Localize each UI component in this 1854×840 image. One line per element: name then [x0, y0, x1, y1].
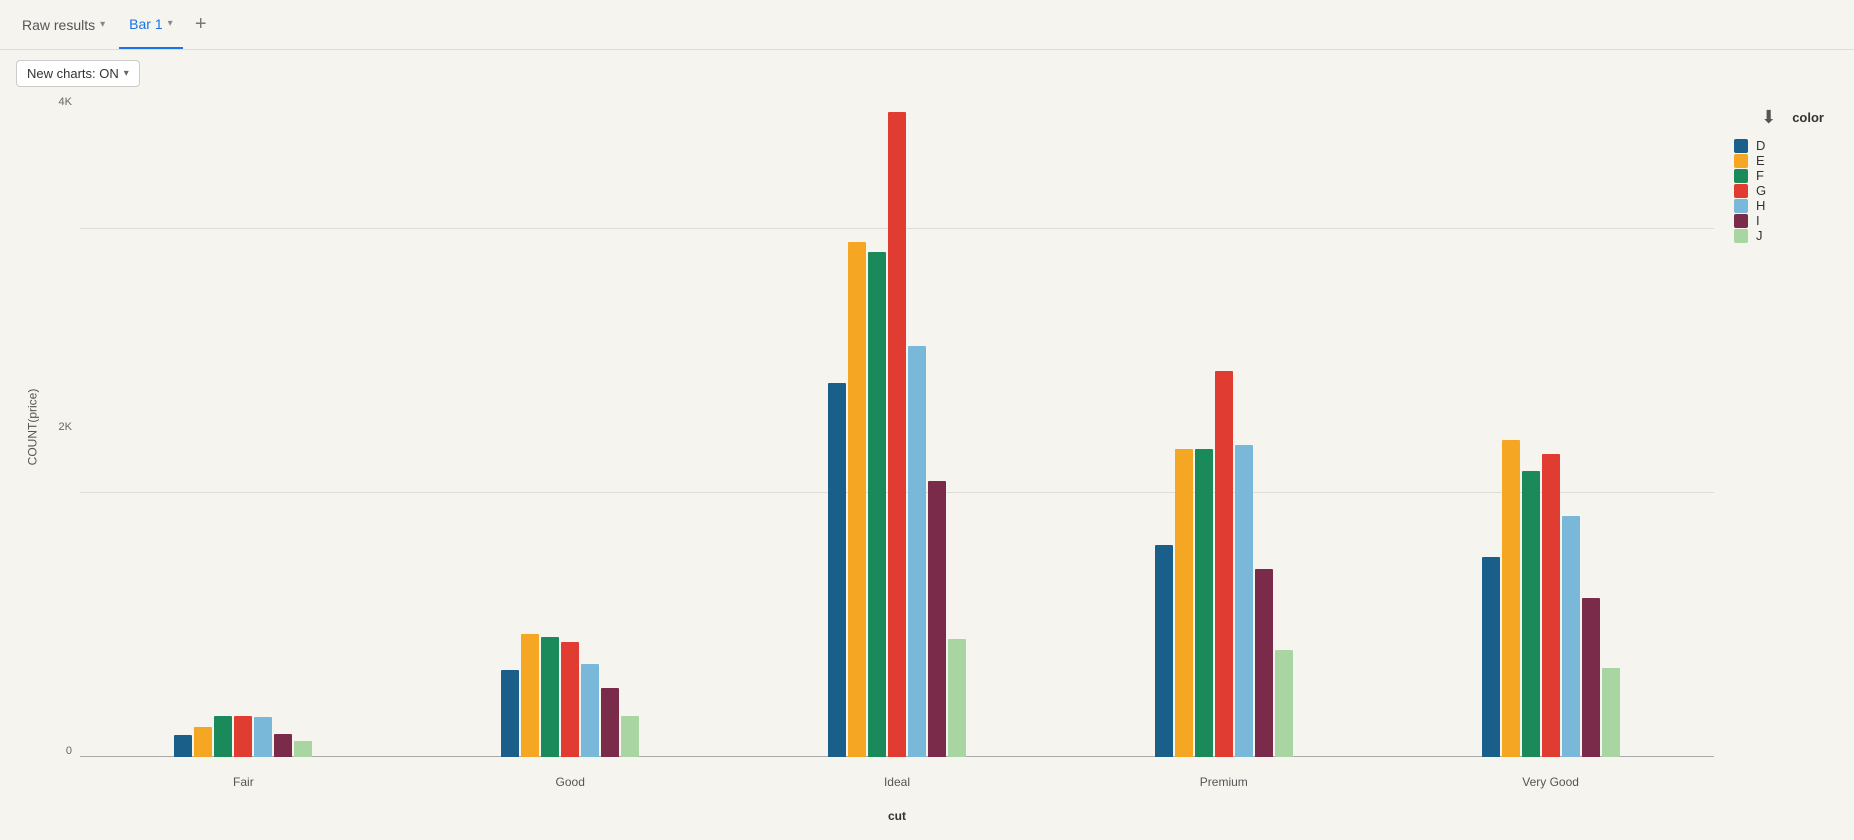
tab-bar1-chevron[interactable]: ▾: [168, 18, 173, 29]
legend-label-D: D: [1756, 138, 1765, 153]
y-axis: 4K 2K 0: [20, 97, 80, 757]
bar-premium-G: [1215, 371, 1233, 757]
new-charts-chevron: ▾: [124, 68, 129, 79]
bar-good-G: [561, 642, 579, 757]
bar-very-good-J: [1602, 668, 1620, 757]
new-charts-label: New charts: ON: [27, 66, 119, 81]
y-label-2k: 2K: [59, 422, 72, 433]
bar-fair-J: [294, 741, 312, 757]
group-label-premium: Premium: [1200, 775, 1248, 789]
bar-very-good-I: [1582, 598, 1600, 757]
y-label-4k: 4K: [59, 97, 72, 108]
legend-items: DEFGHIJ: [1734, 138, 1824, 243]
group-very-good: Very Good: [1387, 97, 1714, 757]
bars-row: [1472, 97, 1630, 757]
download-icon[interactable]: ⬇: [1761, 107, 1776, 128]
tab-raw-results-label: Raw results: [22, 17, 95, 33]
legend-swatch-F: [1734, 169, 1748, 183]
group-ideal: Ideal: [734, 97, 1061, 757]
bar-good-H: [581, 664, 599, 757]
legend-swatch-J: [1734, 229, 1748, 243]
bar-very-good-G: [1542, 454, 1560, 757]
legend-label-F: F: [1756, 168, 1764, 183]
bar-premium-J: [1275, 650, 1293, 757]
bar-premium-F: [1195, 449, 1213, 757]
bar-good-I: [601, 688, 619, 757]
legend: ⬇ color DEFGHIJ: [1714, 97, 1834, 827]
chart-main: COUNT(price) 4K 2K 0 FairGoodIdealPremiu…: [20, 97, 1714, 827]
legend-item-G: G: [1734, 183, 1824, 198]
tab-raw-results[interactable]: Raw results ▾: [12, 0, 115, 49]
bar-ideal-D: [828, 383, 846, 757]
bar-very-good-D: [1482, 557, 1500, 757]
y-label-0: 0: [66, 746, 72, 757]
x-axis-title: cut: [20, 809, 1714, 823]
bar-premium-I: [1255, 569, 1273, 757]
legend-swatch-I: [1734, 214, 1748, 228]
legend-item-H: H: [1734, 198, 1824, 213]
bars-row: [164, 97, 322, 757]
bar-fair-F: [214, 716, 232, 757]
bar-good-F: [541, 637, 559, 757]
tab-raw-results-chevron[interactable]: ▾: [100, 19, 105, 30]
bar-good-D: [501, 670, 519, 757]
legend-swatch-D: [1734, 139, 1748, 153]
legend-label-E: E: [1756, 153, 1765, 168]
bar-ideal-G: [888, 112, 906, 757]
bar-fair-I: [274, 734, 292, 757]
new-charts-button[interactable]: New charts: ON ▾: [16, 60, 140, 87]
tab-bar1[interactable]: Bar 1 ▾: [119, 0, 183, 49]
legend-swatch-E: [1734, 154, 1748, 168]
legend-label-I: I: [1756, 213, 1760, 228]
toolbar: New charts: ON ▾: [0, 50, 1854, 97]
legend-item-E: E: [1734, 153, 1824, 168]
group-label-ideal: Ideal: [884, 775, 910, 789]
legend-swatch-G: [1734, 184, 1748, 198]
group-premium: Premium: [1060, 97, 1387, 757]
bar-good-J: [621, 716, 639, 757]
bar-fair-D: [174, 735, 192, 757]
legend-item-F: F: [1734, 168, 1824, 183]
legend-label-J: J: [1756, 228, 1763, 243]
bar-very-good-E: [1502, 440, 1520, 757]
legend-label-H: H: [1756, 198, 1765, 213]
tab-bar1-label: Bar 1: [129, 16, 162, 32]
chart-inner: COUNT(price) 4K 2K 0 FairGoodIdealPremiu…: [20, 97, 1714, 807]
chart-container: COUNT(price) 4K 2K 0 FairGoodIdealPremiu…: [0, 97, 1854, 837]
legend-item-D: D: [1734, 138, 1824, 153]
bar-premium-H: [1235, 445, 1253, 757]
bar-very-good-F: [1522, 471, 1540, 757]
bar-ideal-I: [928, 481, 946, 757]
bar-fair-E: [194, 727, 212, 757]
legend-item-J: J: [1734, 228, 1824, 243]
bar-fair-G: [234, 716, 252, 757]
bar-ideal-J: [948, 639, 966, 757]
group-label-very-good: Very Good: [1522, 775, 1579, 789]
bar-very-good-H: [1562, 516, 1580, 757]
tab-add-button[interactable]: +: [187, 11, 215, 39]
group-good: Good: [407, 97, 734, 757]
legend-header: ⬇ color: [1734, 107, 1824, 128]
legend-title: color: [1792, 110, 1824, 125]
bar-good-E: [521, 634, 539, 757]
bar-ideal-F: [868, 252, 886, 757]
group-label-good: Good: [556, 775, 585, 789]
legend-label-G: G: [1756, 183, 1766, 198]
bar-fair-H: [254, 717, 272, 757]
bars-row: [491, 97, 649, 757]
legend-item-I: I: [1734, 213, 1824, 228]
group-fair: Fair: [80, 97, 407, 757]
legend-swatch-H: [1734, 199, 1748, 213]
groups: FairGoodIdealPremiumVery Good: [80, 97, 1714, 757]
bar-ideal-E: [848, 242, 866, 757]
bars-row: [1145, 97, 1303, 757]
group-label-fair: Fair: [233, 775, 254, 789]
bars-row: [818, 97, 976, 757]
bar-premium-E: [1175, 449, 1193, 757]
bar-premium-D: [1155, 545, 1173, 757]
bar-ideal-H: [908, 346, 926, 757]
tab-bar: Raw results ▾ Bar 1 ▾ +: [0, 0, 1854, 50]
